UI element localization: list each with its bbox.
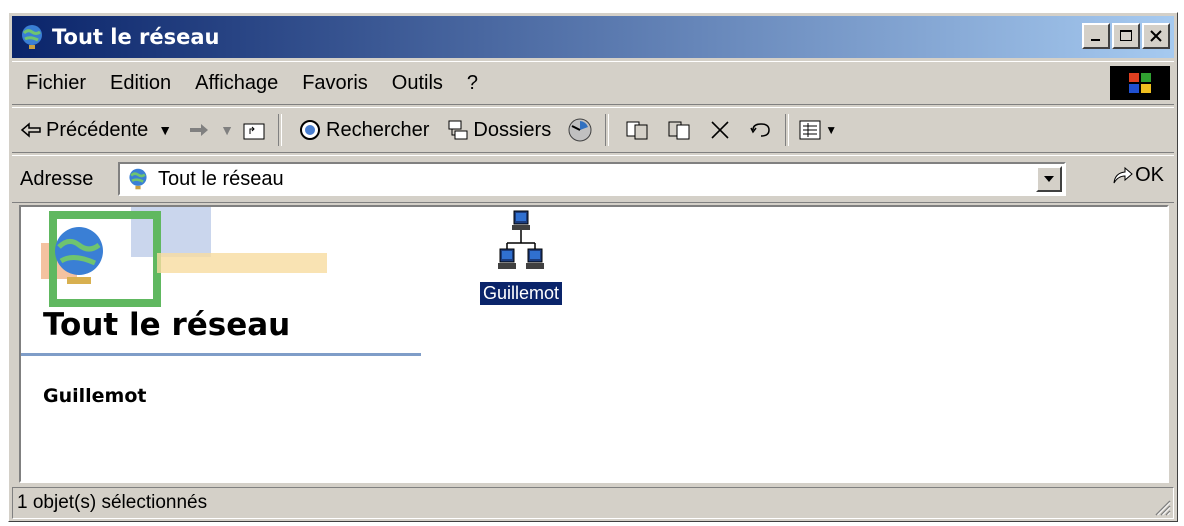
move-to-icon: [626, 121, 648, 140]
menu-affichage[interactable]: Affichage: [195, 72, 278, 95]
undo-icon: [750, 123, 770, 137]
status-bar: 1 objet(s) sélectionnés: [12, 487, 1174, 519]
delete-icon: [711, 121, 729, 139]
heading-divider: [21, 353, 421, 356]
workgroup-item[interactable]: Guillemot: [471, 209, 571, 306]
up-folder-icon: [243, 123, 265, 140]
globe-icon: [22, 25, 42, 49]
title-bar[interactable]: Tout le réseau: [12, 16, 1174, 58]
search-label: Rechercher: [326, 118, 430, 141]
back-arrow-icon: [20, 122, 41, 138]
address-field[interactable]: Tout le réseau: [118, 162, 1066, 196]
views-dropdown-icon[interactable]: ▼: [825, 123, 837, 137]
menu-edition[interactable]: Edition: [110, 72, 171, 95]
content-pane: Tout le réseau Guillemot Guillemot: [19, 205, 1169, 483]
maximize-button[interactable]: [1112, 23, 1140, 49]
close-icon: [1150, 30, 1162, 42]
back-button[interactable]: Précédente ▼: [20, 119, 172, 142]
minimize-button[interactable]: [1082, 23, 1110, 49]
windows-flag-icon: [1129, 73, 1151, 93]
folders-button[interactable]: Dossiers: [447, 119, 551, 142]
delete-button[interactable]: [709, 119, 735, 141]
folders-label: Dossiers: [473, 118, 552, 141]
back-dropdown-icon[interactable]: ▼: [158, 122, 172, 138]
forward-button[interactable]: ▼: [188, 122, 234, 138]
views-icon: [799, 120, 821, 140]
menu-outils[interactable]: Outils: [392, 72, 443, 95]
network-banner-graphic: [41, 207, 327, 307]
window-title: Tout le réseau: [52, 25, 220, 49]
minimize-icon: [1091, 39, 1100, 41]
globe-icon: [129, 168, 147, 190]
explorer-window: Tout le réseau Fichier Edition Affichage…: [8, 12, 1178, 522]
move-to-button[interactable]: [625, 119, 653, 141]
back-label: Précédente: [46, 118, 149, 141]
menu-bar: Fichier Edition Affichage Favoris Outils…: [12, 61, 1174, 105]
forward-arrow-icon: [190, 124, 209, 136]
menu-help[interactable]: ?: [467, 72, 478, 95]
toolbar-separator: [605, 114, 610, 146]
selected-item-name: Guillemot: [43, 385, 147, 407]
views-button[interactable]: ▼: [799, 120, 837, 140]
history-icon: [568, 118, 592, 142]
history-button[interactable]: [567, 117, 597, 143]
address-dropdown-button[interactable]: [1036, 166, 1062, 192]
toolbar-separator: [278, 114, 283, 146]
menu-favoris[interactable]: Favoris: [302, 72, 368, 95]
workgroup-label: Guillemot: [478, 281, 564, 306]
search-icon: [300, 120, 321, 140]
address-value: Tout le réseau: [158, 167, 284, 190]
standard-toolbar: Précédente ▼ ▼ Rechercher Dossiers ▼: [12, 107, 1174, 153]
go-label: OK: [1135, 164, 1164, 186]
copy-to-icon: [668, 121, 690, 140]
windows-logo: [1110, 66, 1170, 100]
close-button[interactable]: [1142, 23, 1170, 49]
forward-dropdown-icon[interactable]: ▼: [220, 122, 234, 138]
network-computers-icon: [498, 210, 544, 269]
up-folder-button[interactable]: [242, 119, 270, 141]
address-bar: Adresse Tout le réseau OK: [12, 155, 1174, 203]
status-text: 1 objet(s) sélectionnés: [17, 492, 208, 513]
address-label: Adresse: [20, 167, 94, 190]
chevron-down-icon: [1044, 176, 1054, 182]
undo-button[interactable]: [749, 120, 777, 140]
maximize-icon: [1120, 30, 1132, 41]
go-arrow-icon: [1113, 166, 1133, 183]
go-button[interactable]: OK: [1111, 164, 1164, 187]
resize-grip-icon[interactable]: [1153, 498, 1171, 516]
folders-icon: [448, 120, 468, 140]
copy-to-button[interactable]: [667, 119, 695, 141]
search-button[interactable]: Rechercher: [298, 118, 429, 142]
page-heading: Tout le réseau: [43, 307, 291, 343]
menu-fichier[interactable]: Fichier: [26, 72, 86, 95]
toolbar-separator: [785, 114, 790, 146]
